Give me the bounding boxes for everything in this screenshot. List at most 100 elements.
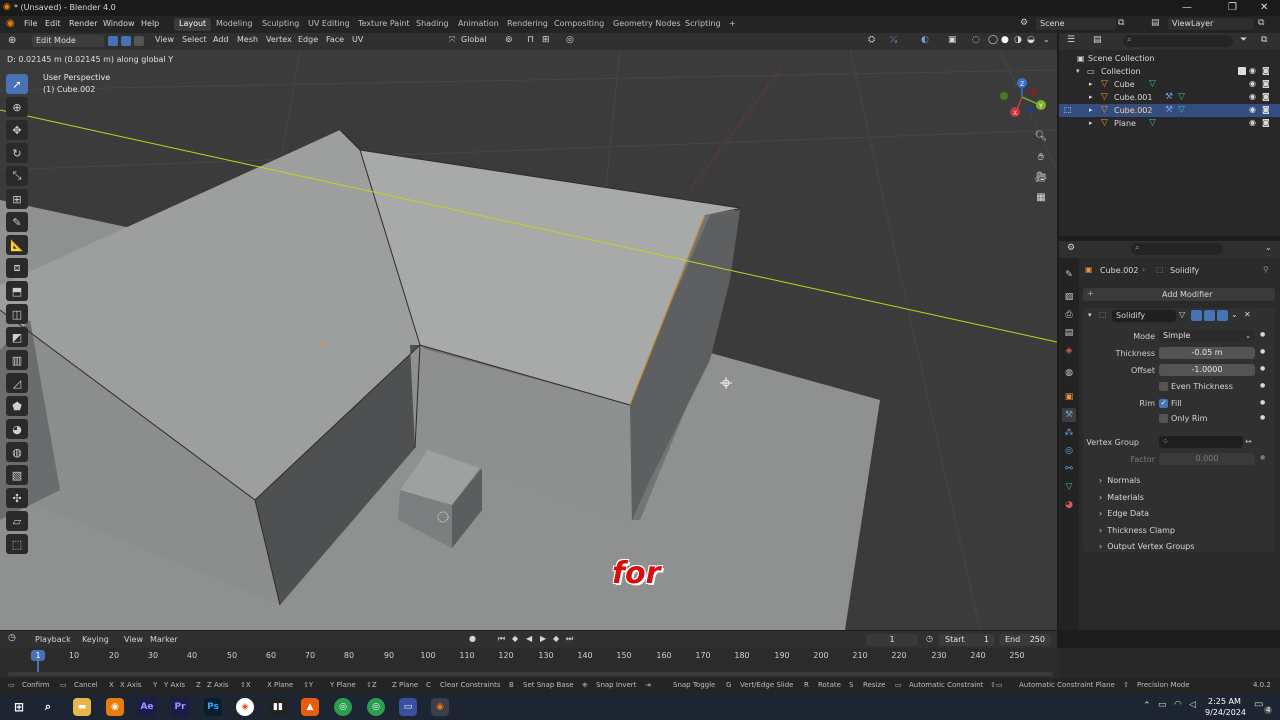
properties-editor-icon[interactable]: ⚙ (1067, 243, 1075, 253)
tab-compositing[interactable]: Compositing (549, 18, 609, 31)
vertex-select-icon[interactable] (108, 36, 118, 46)
visibility-eye-icon[interactable]: ◉ (1249, 118, 1256, 127)
physics-tab-icon[interactable]: ◎ (1062, 444, 1076, 458)
timeline-body[interactable]: 1 10 20 30 40 50 60 70 80 90 100 110 120… (0, 648, 1280, 678)
menu-mesh[interactable]: Mesh (237, 35, 258, 44)
render-camera-icon[interactable]: ◙ (1262, 79, 1270, 88)
next-keyframe-icon[interactable]: ◆ (553, 634, 559, 643)
new-collection-icon[interactable]: ⧉ (1261, 35, 1267, 45)
menu-timeline-view[interactable]: View (124, 635, 143, 644)
shading-options-icon[interactable]: ⌄ (1043, 35, 1050, 44)
blender-active-icon[interactable]: ◉ (431, 698, 449, 716)
material-preview-icon[interactable]: ◑ (1014, 35, 1022, 45)
transform-tool-icon[interactable]: ⊞ (6, 189, 28, 209)
tab-animation[interactable]: Animation (453, 18, 504, 31)
blender-taskbar-icon[interactable]: ◉ (106, 698, 124, 716)
play-icon[interactable]: ▶ (540, 634, 546, 643)
menu-help[interactable]: Help (141, 19, 159, 28)
keyframe-dot-icon[interactable]: ● (1260, 348, 1265, 355)
audio-app-icon[interactable]: ▮▮ (269, 698, 287, 716)
clock-time[interactable]: 2:25 AM (1208, 697, 1241, 706)
modifier-menu-icon[interactable]: ⌄ (1231, 310, 1238, 319)
keyframe-dot-icon[interactable]: ● (1260, 414, 1265, 421)
start-frame-field[interactable]: Start 1 (939, 634, 995, 646)
new-view-layer-icon[interactable]: ⧉ (1258, 18, 1264, 28)
subpanel-materials[interactable]: › Materials (1099, 493, 1144, 502)
pivot-icon[interactable]: ⊚ (505, 35, 513, 45)
xray-icon[interactable]: ▣ (948, 35, 957, 45)
cursor-tool-icon[interactable]: ⊕ (6, 97, 28, 117)
davinci-icon[interactable]: ◈ (236, 698, 254, 716)
view-layer-tab-icon[interactable]: ▤ (1062, 326, 1076, 340)
scale-tool-icon[interactable]: ⤡ (6, 166, 28, 186)
editor-type-icon[interactable]: ⊕ (8, 35, 16, 46)
measure-tool-icon[interactable]: 📐 (6, 235, 28, 255)
scene-tab-icon[interactable]: ◈ (1062, 344, 1076, 358)
maximize-icon[interactable]: ❐ (1228, 2, 1237, 13)
search-icon[interactable]: ⌕ (39, 698, 57, 716)
viewport-toggle-icon[interactable] (1204, 310, 1215, 321)
output-tab-icon[interactable]: ⎙ (1062, 308, 1076, 322)
jump-end-icon[interactable]: ⏭ (566, 634, 573, 644)
current-frame-input[interactable]: 1 (866, 634, 918, 646)
subpanel-output-vertex-groups[interactable]: › Output Vertex Groups (1099, 542, 1194, 551)
expand-arrow-icon[interactable]: ▸ (1089, 119, 1093, 127)
play-reverse-icon[interactable]: ◀ (526, 634, 532, 643)
object-tab-icon[interactable]: ▣ (1062, 390, 1076, 404)
keyframe-dot-icon[interactable]: ● (1260, 454, 1265, 461)
gizmo-icon[interactable]: ⤯ (890, 35, 897, 45)
on-cage-icon[interactable]: ▽ (1179, 310, 1185, 319)
menu-vertex[interactable]: Vertex (266, 35, 292, 44)
view-layer-selector[interactable]: ViewLayer (1168, 18, 1254, 30)
poly-build-tool-icon[interactable]: ⬟ (6, 396, 28, 416)
3d-viewport[interactable]: Z Y X D: 0.02145 m (0.02145 m) along glo… (0, 50, 1057, 630)
playhead-marker[interactable]: 1 (31, 650, 45, 661)
snap-target-icon[interactable]: ⊞ (542, 35, 550, 45)
annotate-tool-icon[interactable]: ✎ (6, 212, 28, 232)
outliner-editor-icon[interactable]: ☰ (1067, 35, 1075, 45)
visibility-eye-icon[interactable]: ◉ (1249, 66, 1256, 75)
tab-rendering[interactable]: Rendering (502, 18, 553, 31)
premiere-icon[interactable]: Pr (171, 698, 189, 716)
render-camera-icon[interactable]: ◙ (1262, 92, 1270, 101)
subpanel-thickness-clamp[interactable]: › Thickness Clamp (1099, 526, 1175, 535)
render-toggle-icon[interactable] (1217, 310, 1228, 321)
pan-hand-icon[interactable]: ✋︎ (1031, 149, 1051, 167)
thickness-input[interactable]: -0.05 m (1159, 347, 1255, 359)
remote-desktop-icon[interactable]: ▭ (399, 698, 417, 716)
tab-scripting[interactable]: Scripting (680, 18, 726, 31)
menu-keying[interactable]: Keying (82, 635, 109, 644)
menu-face[interactable]: Face (326, 35, 344, 44)
outliner-row-cube[interactable]: ▸ ▽ Cube ▽ ◉ ◙ (1059, 78, 1280, 91)
keyframe-dot-icon[interactable]: ● (1260, 382, 1265, 389)
rip-tool-icon[interactable]: ⬚ (6, 534, 28, 554)
menu-render[interactable]: Render (69, 19, 97, 28)
menu-view[interactable]: View (155, 35, 174, 44)
spin-tool-icon[interactable]: ◕ (6, 419, 28, 439)
solid-shading-icon[interactable]: ● (1001, 35, 1009, 45)
expand-arrow-icon[interactable]: ▸ (1089, 106, 1093, 114)
rotate-tool-icon[interactable]: ↻ (6, 143, 28, 163)
tab-uv-editing[interactable]: UV Editing (303, 18, 355, 31)
tab-modeling[interactable]: Modeling (211, 18, 257, 31)
inset-tool-icon[interactable]: ◫ (6, 304, 28, 324)
filter-icon[interactable]: ⏷ (1240, 35, 1247, 45)
menu-edge[interactable]: Edge (298, 35, 318, 44)
constraints-tab-icon[interactable]: ⚯ (1062, 462, 1076, 476)
keyframe-dot-icon[interactable]: ● (1260, 399, 1265, 406)
knife-tool-icon[interactable]: ◿ (6, 373, 28, 393)
transform-orientation-selector[interactable]: Global (461, 35, 487, 44)
notification-icon[interactable]: ▭ (1254, 699, 1263, 710)
tab-layout[interactable]: Layout (174, 18, 212, 31)
edge-select-icon[interactable] (121, 36, 131, 46)
add-workspace-button[interactable]: + (724, 18, 741, 31)
prev-keyframe-icon[interactable]: ◆ (512, 634, 518, 643)
visibility-icon[interactable]: ⛭ (868, 35, 875, 45)
ortho-grid-icon[interactable]: ▦ (1031, 189, 1051, 207)
data-tab-icon[interactable]: ▽ (1062, 480, 1076, 494)
even-thickness-checkbox[interactable] (1159, 382, 1168, 391)
invert-icon[interactable]: ↔ (1245, 437, 1252, 446)
modifier-tab-icon[interactable]: ⚒ (1062, 408, 1076, 422)
menu-file[interactable]: File (24, 19, 37, 28)
shear-tool-icon[interactable]: ▱ (6, 511, 28, 531)
